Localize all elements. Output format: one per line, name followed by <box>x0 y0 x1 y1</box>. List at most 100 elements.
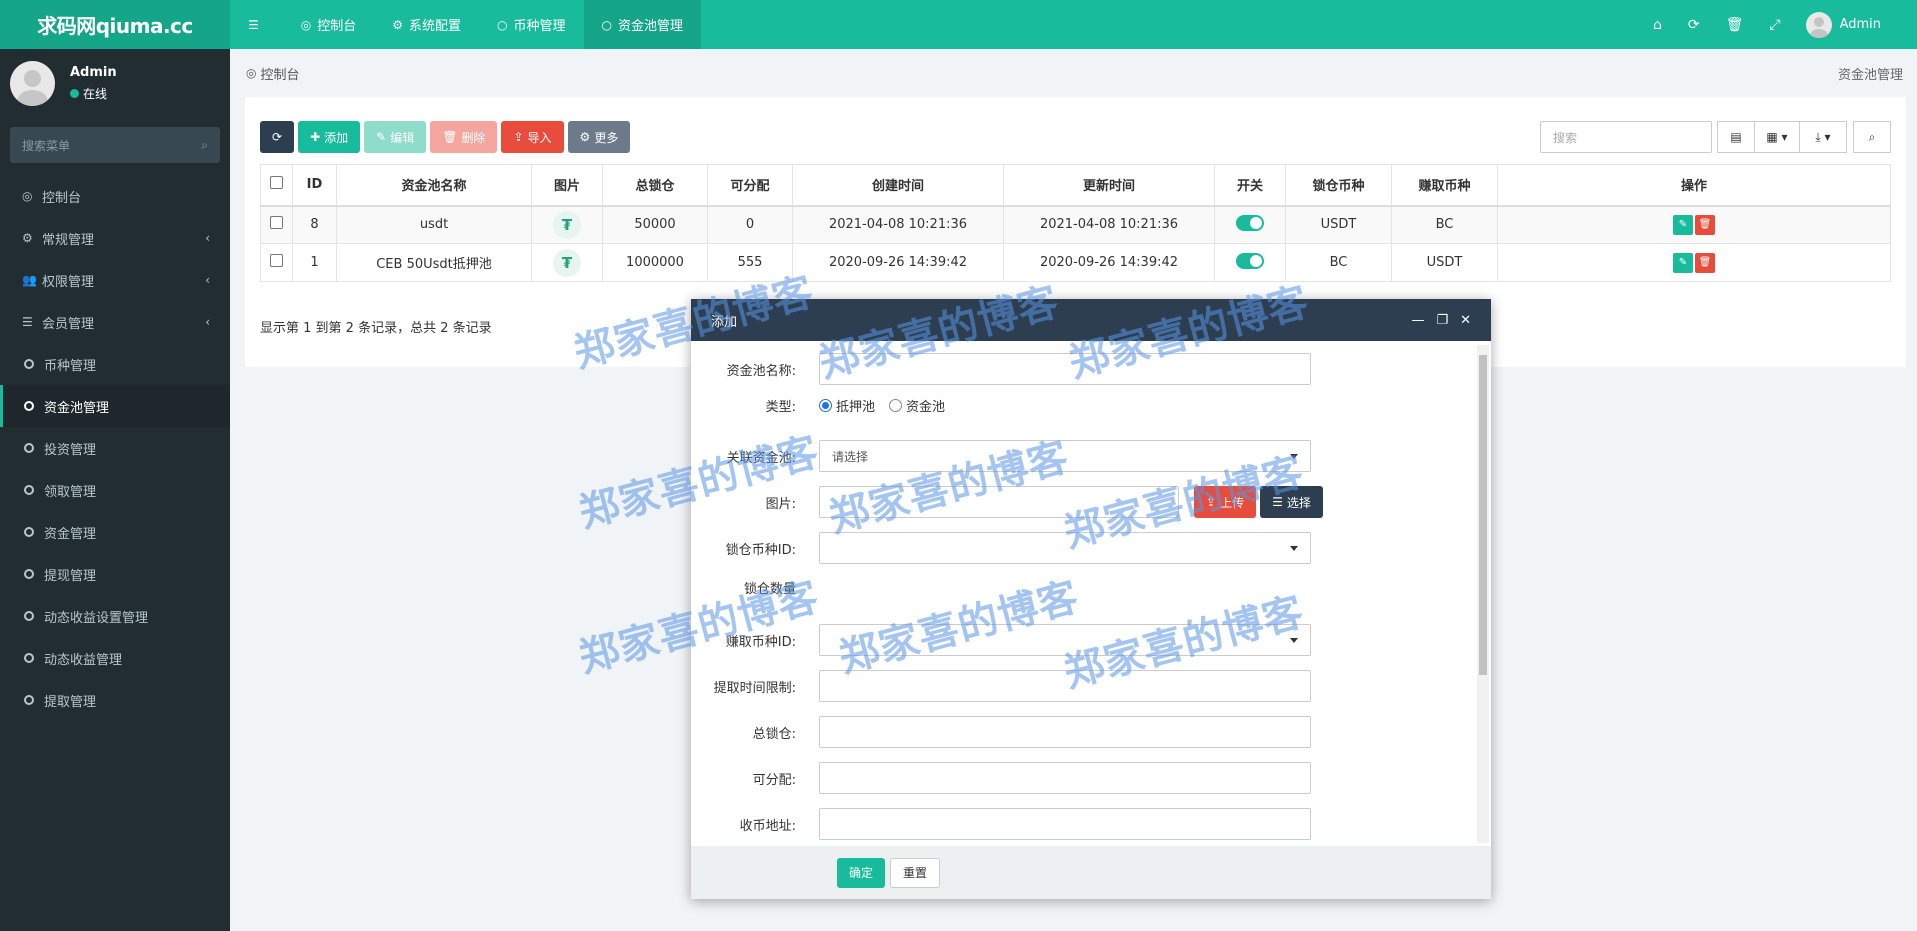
cell-earn-coin: BC <box>1391 205 1498 244</box>
sidebar-item-extract[interactable]: 提取管理 <box>0 679 230 721</box>
status-toggle[interactable] <box>1236 214 1264 231</box>
row-delete-button[interactable]: 🗑 <box>1695 214 1715 235</box>
sidebar-item-dashboard[interactable]: ◎ 控制台 <box>0 175 230 217</box>
sidebar-item-funds[interactable]: 资金管理 <box>0 511 230 553</box>
delete-button[interactable]: 🗑 删除 <box>430 121 498 153</box>
topnav-fund-pool-management[interactable]: ○ 资金池管理 <box>583 0 702 49</box>
refresh-icon[interactable]: ⟳ <box>1675 17 1713 33</box>
brand-logo[interactable]: 求码网qiuma.cc <box>0 0 230 49</box>
toggle-view-button[interactable]: ▤ <box>1717 121 1755 153</box>
avatar[interactable] <box>1805 11 1832 38</box>
import-button[interactable]: ⇪ 导入 <box>501 121 564 153</box>
sidebar-item-fund-pool[interactable]: 资金池管理 <box>0 385 230 427</box>
image-field[interactable] <box>819 486 1179 518</box>
reset-button[interactable]: 重置 <box>890 857 941 888</box>
topnav-dashboard[interactable]: ◎ 控制台 <box>283 0 375 49</box>
row-checkbox[interactable] <box>270 216 283 230</box>
close-icon[interactable]: ✕ <box>1460 313 1471 328</box>
cell-id: 1 <box>292 243 337 282</box>
chevron-left-icon: ‹ <box>205 231 210 245</box>
user-panel: Admin 在线 <box>0 49 230 117</box>
list-icon: ☰ <box>1272 495 1283 509</box>
scrollbar-thumb[interactable] <box>1479 355 1487 675</box>
refresh-button[interactable]: ⟳ <box>260 121 295 153</box>
earn-coin-select[interactable] <box>819 624 1311 656</box>
tether-logo-icon[interactable]: ₮ <box>553 210 581 239</box>
search-input[interactable]: 搜索 <box>1540 121 1712 153</box>
col-header[interactable]: 图片 <box>531 164 603 207</box>
row-edit-button[interactable]: ✎ <box>1673 252 1693 273</box>
col-header[interactable]: 资金池名称 <box>336 164 532 207</box>
table-icon: ▤ <box>1730 130 1742 144</box>
col-header[interactable]: 锁仓币种 <box>1285 164 1392 207</box>
sidebar-item-general[interactable]: ⚙ 常规管理 ‹ <box>0 217 230 259</box>
dialog-scrollbar[interactable] <box>1477 345 1489 843</box>
sidebar-item-members[interactable]: ☰ 会员管理 ‹ <box>0 301 230 343</box>
online-dot-icon <box>70 88 79 98</box>
search-button[interactable]: ⌕ <box>1853 121 1891 153</box>
home-icon[interactable]: ⌂ <box>1640 17 1675 33</box>
circle-icon <box>24 695 34 705</box>
group-icon: 👥 <box>22 273 37 287</box>
row-delete-button[interactable]: 🗑 <box>1695 252 1715 273</box>
topnav-label: 控制台 <box>317 19 357 34</box>
receive-address-field[interactable] <box>819 808 1311 840</box>
col-header[interactable]: 更新时间 <box>1003 164 1215 207</box>
row-checkbox[interactable] <box>270 254 283 267</box>
breadcrumb-home[interactable]: 控制台 <box>260 64 299 83</box>
type-radio-collateral[interactable]: 抵押池 <box>819 396 875 415</box>
cell-created: 2020-09-26 14:39:42 <box>792 243 1004 282</box>
topnav-coin-management[interactable]: ○ 币种管理 <box>479 0 584 49</box>
dialog-body: 资金池名称: 类型: 抵押池 资金池 关联资金池: 请选择 图片: ⇪ 上传 ☰ 选… <box>691 341 1491 846</box>
total-lock-field[interactable] <box>819 716 1311 748</box>
col-header[interactable]: 赚取币种 <box>1391 164 1498 207</box>
lock-coin-select[interactable] <box>819 532 1311 564</box>
maximize-icon[interactable]: ❐ <box>1436 313 1448 328</box>
dialog-header[interactable]: 添加 — ❐ ✕ <box>691 299 1491 341</box>
pagination-info: 显示第 1 到第 2 条记录，总共 2 条记录 <box>260 321 492 336</box>
tether-logo-icon[interactable]: ₮ <box>553 248 581 277</box>
choose-button[interactable]: ☰ 选择 <box>1260 486 1323 518</box>
confirm-button[interactable]: 确定 <box>837 857 886 888</box>
menu-search-input[interactable]: 搜索菜单 ⌕ <box>10 127 220 163</box>
col-header[interactable]: 可分配 <box>707 164 793 207</box>
top-user-name[interactable]: Admin <box>1840 17 1881 32</box>
col-header[interactable]: ID <box>292 164 337 207</box>
trash-icon[interactable]: 🗑 <box>1713 17 1757 33</box>
edit-button[interactable]: ✎ 编辑 <box>364 121 427 153</box>
minimize-icon[interactable]: — <box>1411 313 1424 328</box>
status-toggle[interactable] <box>1236 252 1264 269</box>
cell-total: 1000000 <box>602 243 708 282</box>
sidebar-item-withdraw[interactable]: 提现管理 <box>0 553 230 595</box>
search-icon[interactable]: ⌕ <box>201 138 208 153</box>
col-header[interactable]: 开关 <box>1214 164 1286 207</box>
upload-button[interactable]: ⇪ 上传 <box>1194 486 1257 518</box>
pool-name-field[interactable] <box>819 353 1311 385</box>
row-edit-button[interactable]: ✎ <box>1673 214 1693 235</box>
radio-checked-icon <box>819 399 832 412</box>
distributable-field[interactable] <box>819 762 1311 794</box>
fullscreen-icon[interactable]: ⤢ <box>1756 17 1793 33</box>
sidebar-toggle-button[interactable]: ☰ <box>230 0 283 49</box>
col-header[interactable]: 总锁仓 <box>602 164 708 207</box>
plus-icon: ✚ <box>310 130 321 144</box>
sidebar-item-coins[interactable]: 币种管理 <box>0 343 230 385</box>
top-nav: ☰ ◎ 控制台 ⚙ 系统配置 ○ 币种管理 ○ 资金池管理 <box>230 0 702 49</box>
export-icon: ⤓ ▾ <box>1815 129 1831 144</box>
col-header[interactable]: 创建时间 <box>792 164 1004 207</box>
sidebar-item-claim[interactable]: 领取管理 <box>0 469 230 511</box>
sidebar-item-dynamic-income[interactable]: 动态收益管理 <box>0 637 230 679</box>
sidebar-item-dynamic-settings[interactable]: 动态收益设置管理 <box>0 595 230 637</box>
export-button[interactable]: ⤓ ▾ <box>1799 121 1847 153</box>
topnav-system-config[interactable]: ⚙ 系统配置 <box>374 0 479 49</box>
more-button[interactable]: ⚙ 更多 <box>567 121 631 153</box>
linked-pool-select[interactable]: 请选择 <box>819 440 1311 472</box>
sidebar: Admin 在线 搜索菜单 ⌕ ◎ 控制台 ⚙ 常规管理 ‹ 👥 权限管理 ‹ ☰ 会员管理… <box>0 49 230 931</box>
sidebar-item-auth[interactable]: 👥 权限管理 ‹ <box>0 259 230 301</box>
type-radio-fund[interactable]: 资金池 <box>889 396 945 415</box>
time-limit-field[interactable] <box>819 670 1311 702</box>
sidebar-item-investment[interactable]: 投资管理 <box>0 427 230 469</box>
columns-button[interactable]: ▦ ▾ <box>1754 121 1800 153</box>
select-all-checkbox[interactable] <box>270 176 283 190</box>
add-button[interactable]: ✚ 添加 <box>298 121 361 153</box>
